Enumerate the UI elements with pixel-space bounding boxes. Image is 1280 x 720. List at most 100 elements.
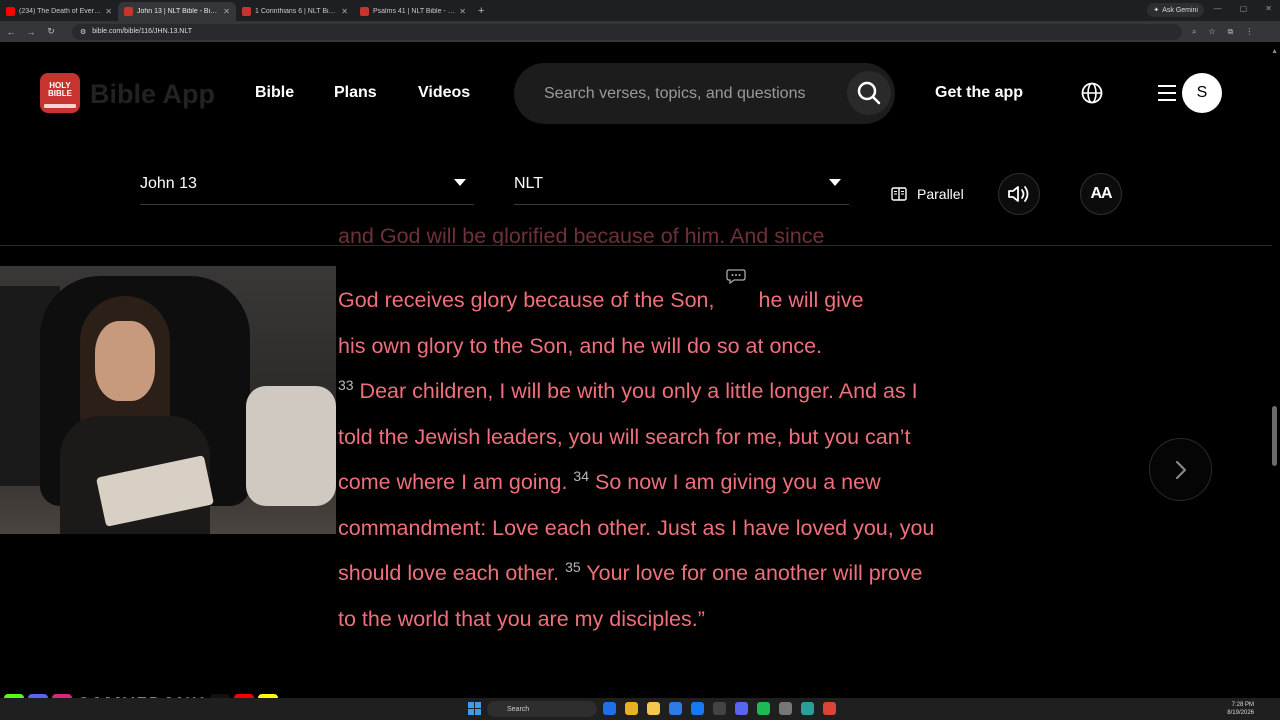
verse-number[interactable]: 35 xyxy=(565,559,581,575)
globe-icon[interactable] xyxy=(1081,82,1103,104)
chevron-right-icon xyxy=(1175,460,1186,479)
windows-start-icon[interactable] xyxy=(468,702,481,715)
font-size-label: AA xyxy=(1090,185,1112,202)
search-bar xyxy=(514,63,895,124)
verse-text: he will give xyxy=(758,288,864,312)
discord-app-icon[interactable] xyxy=(735,702,748,715)
close-tab-icon[interactable]: ✕ xyxy=(223,7,230,16)
reload-icon[interactable]: ↻ xyxy=(46,26,56,37)
clock-time: 7:28 PM xyxy=(1231,702,1254,708)
chevron-down-icon xyxy=(454,179,466,186)
chevron-down-icon xyxy=(829,179,841,186)
extensions-icon[interactable]: ⧉ xyxy=(1228,27,1234,37)
logo-bookmark-bar xyxy=(44,104,76,108)
webcam-person-face xyxy=(95,321,155,401)
version-select[interactable]: NLT xyxy=(514,172,849,205)
back-icon[interactable]: ← xyxy=(6,27,16,37)
menu-dots-icon[interactable]: ⋮ xyxy=(1245,27,1253,37)
hamburger-menu-icon[interactable] xyxy=(1158,84,1176,102)
url-text: bible.com/bible/116/JHN.13.NLT xyxy=(92,28,193,35)
clock-date: 8/19/2026 xyxy=(1227,710,1254,716)
close-tab-icon[interactable]: ✕ xyxy=(105,7,112,16)
scroll-up-arrow-icon[interactable]: ▲ xyxy=(1271,48,1278,55)
verse-paragraph: 33 Dear children, I will be with you onl… xyxy=(338,369,938,642)
app-icon[interactable] xyxy=(801,702,814,715)
ask-gemini-button[interactable]: ✦ Ask Gemini xyxy=(1147,3,1204,17)
book-chapter-value: John 13 xyxy=(140,175,197,192)
taskbar-apps xyxy=(603,702,836,715)
bible-favicon-icon xyxy=(360,7,369,16)
forward-icon[interactable]: → xyxy=(26,27,36,37)
taskbar-clock[interactable]: 7:28 PM 8/19/2026 xyxy=(1227,701,1254,717)
logo-text: HOLY BIBLE xyxy=(48,81,72,98)
verse-number[interactable]: 34 xyxy=(573,468,589,484)
url-field[interactable]: ⚙ bible.com/bible/116/JHN.13.NLT xyxy=(72,23,1182,40)
tab-title: Psalms 41 | NLT Bible - Bible Ap... xyxy=(373,8,455,15)
spotify-icon[interactable] xyxy=(757,702,770,715)
search-button[interactable] xyxy=(847,71,891,115)
webcam-overlay xyxy=(0,266,336,534)
windows-taskbar: Search 7:28 PM 8/19/2026 xyxy=(0,698,1280,720)
taskbar-search[interactable]: Search xyxy=(487,701,597,717)
browser-tab-active[interactable]: John 13 | NLT Bible - Bible App ✕ xyxy=(118,2,236,21)
address-bar-actions: ⌕ ☆ ⧉ ⋮ xyxy=(1192,27,1253,37)
browser-tab[interactable]: 1 Corinthians 6 | NLT Bible - Bi... ✕ xyxy=(236,2,354,21)
close-tab-icon[interactable]: ✕ xyxy=(459,7,466,16)
close-window-icon[interactable]: ✕ xyxy=(1265,4,1272,13)
webcam-pillow xyxy=(246,386,336,506)
close-tab-icon[interactable]: ✕ xyxy=(341,7,348,16)
maximize-icon[interactable]: ▢ xyxy=(1240,4,1248,13)
ask-gemini-label: Ask Gemini xyxy=(1162,6,1198,14)
chrome-profile-icon[interactable] xyxy=(823,702,836,715)
verse-line: his own glory to the Son, and he will do… xyxy=(338,333,823,358)
youtube-favicon-icon xyxy=(6,7,15,16)
scripture-text: God receives glory because of the Son, h… xyxy=(338,223,938,685)
new-tab-button[interactable]: + xyxy=(478,5,484,17)
facebook-icon[interactable] xyxy=(691,702,704,715)
font-size-button[interactable]: AA xyxy=(1080,173,1122,215)
nav-bible[interactable]: Bible xyxy=(255,84,294,102)
zoom-icon[interactable]: ⌕ xyxy=(1192,27,1196,37)
user-avatar[interactable]: S xyxy=(1182,73,1222,113)
store-icon[interactable] xyxy=(669,702,682,715)
nav-videos[interactable]: Videos xyxy=(418,84,470,102)
page-scrollbar-thumb[interactable] xyxy=(1272,406,1277,466)
comment-note-icon[interactable] xyxy=(726,268,747,284)
settings-icon[interactable] xyxy=(779,702,792,715)
bookmark-star-icon[interactable]: ☆ xyxy=(1208,27,1215,37)
browser-tab[interactable]: Psalms 41 | NLT Bible - Bible Ap... ✕ xyxy=(354,2,472,21)
next-chapter-button[interactable] xyxy=(1149,438,1212,501)
search-input[interactable] xyxy=(544,83,844,105)
app-icon[interactable] xyxy=(713,702,726,715)
window-controls: — ▢ ✕ xyxy=(1214,4,1272,13)
file-explorer-icon[interactable] xyxy=(647,702,660,715)
audio-button[interactable] xyxy=(998,173,1040,215)
bible-favicon-icon xyxy=(124,7,133,16)
parallel-columns-icon xyxy=(891,187,907,201)
tab-title: 1 Corinthians 6 | NLT Bible - Bi... xyxy=(255,8,338,15)
browser-tab[interactable]: (234) The Death of Every Disciple ✕ xyxy=(0,2,118,21)
browser-tab-bar: (234) The Death of Every Disciple ✕ John… xyxy=(0,0,1280,21)
gemini-icon: ✦ xyxy=(1153,7,1160,14)
verse-line: God receives glory because of the Son, h… xyxy=(338,269,938,324)
nav-plans[interactable]: Plans xyxy=(334,84,377,102)
book-chapter-select[interactable]: John 13 xyxy=(140,172,474,205)
speaker-icon xyxy=(1008,186,1029,202)
parallel-label: Parallel xyxy=(917,186,964,202)
search-icon xyxy=(857,81,881,105)
verse-text: God receives glory because of the Son, xyxy=(338,288,715,312)
site-info-icon[interactable]: ⚙ xyxy=(80,28,86,36)
get-the-app-link[interactable]: Get the app xyxy=(935,84,1023,102)
parallel-button[interactable]: Parallel xyxy=(891,186,964,202)
minimize-icon[interactable]: — xyxy=(1214,4,1222,13)
bible-favicon-icon xyxy=(242,7,251,16)
bible-app-logo[interactable]: HOLY BIBLE xyxy=(40,73,80,113)
brand-name[interactable]: Bible App xyxy=(90,79,215,110)
tab-title: (234) The Death of Every Disciple xyxy=(19,8,101,15)
tab-title: John 13 | NLT Bible - Bible App xyxy=(137,8,220,15)
verse-number[interactable]: 33 xyxy=(338,377,354,393)
edge-icon[interactable] xyxy=(603,702,616,715)
chrome-icon[interactable] xyxy=(625,702,638,715)
taskbar-search-label: Search xyxy=(507,705,530,713)
address-bar-row: ← → ↻ ⚙ bible.com/bible/116/JHN.13.NLT ⌕… xyxy=(0,21,1280,42)
